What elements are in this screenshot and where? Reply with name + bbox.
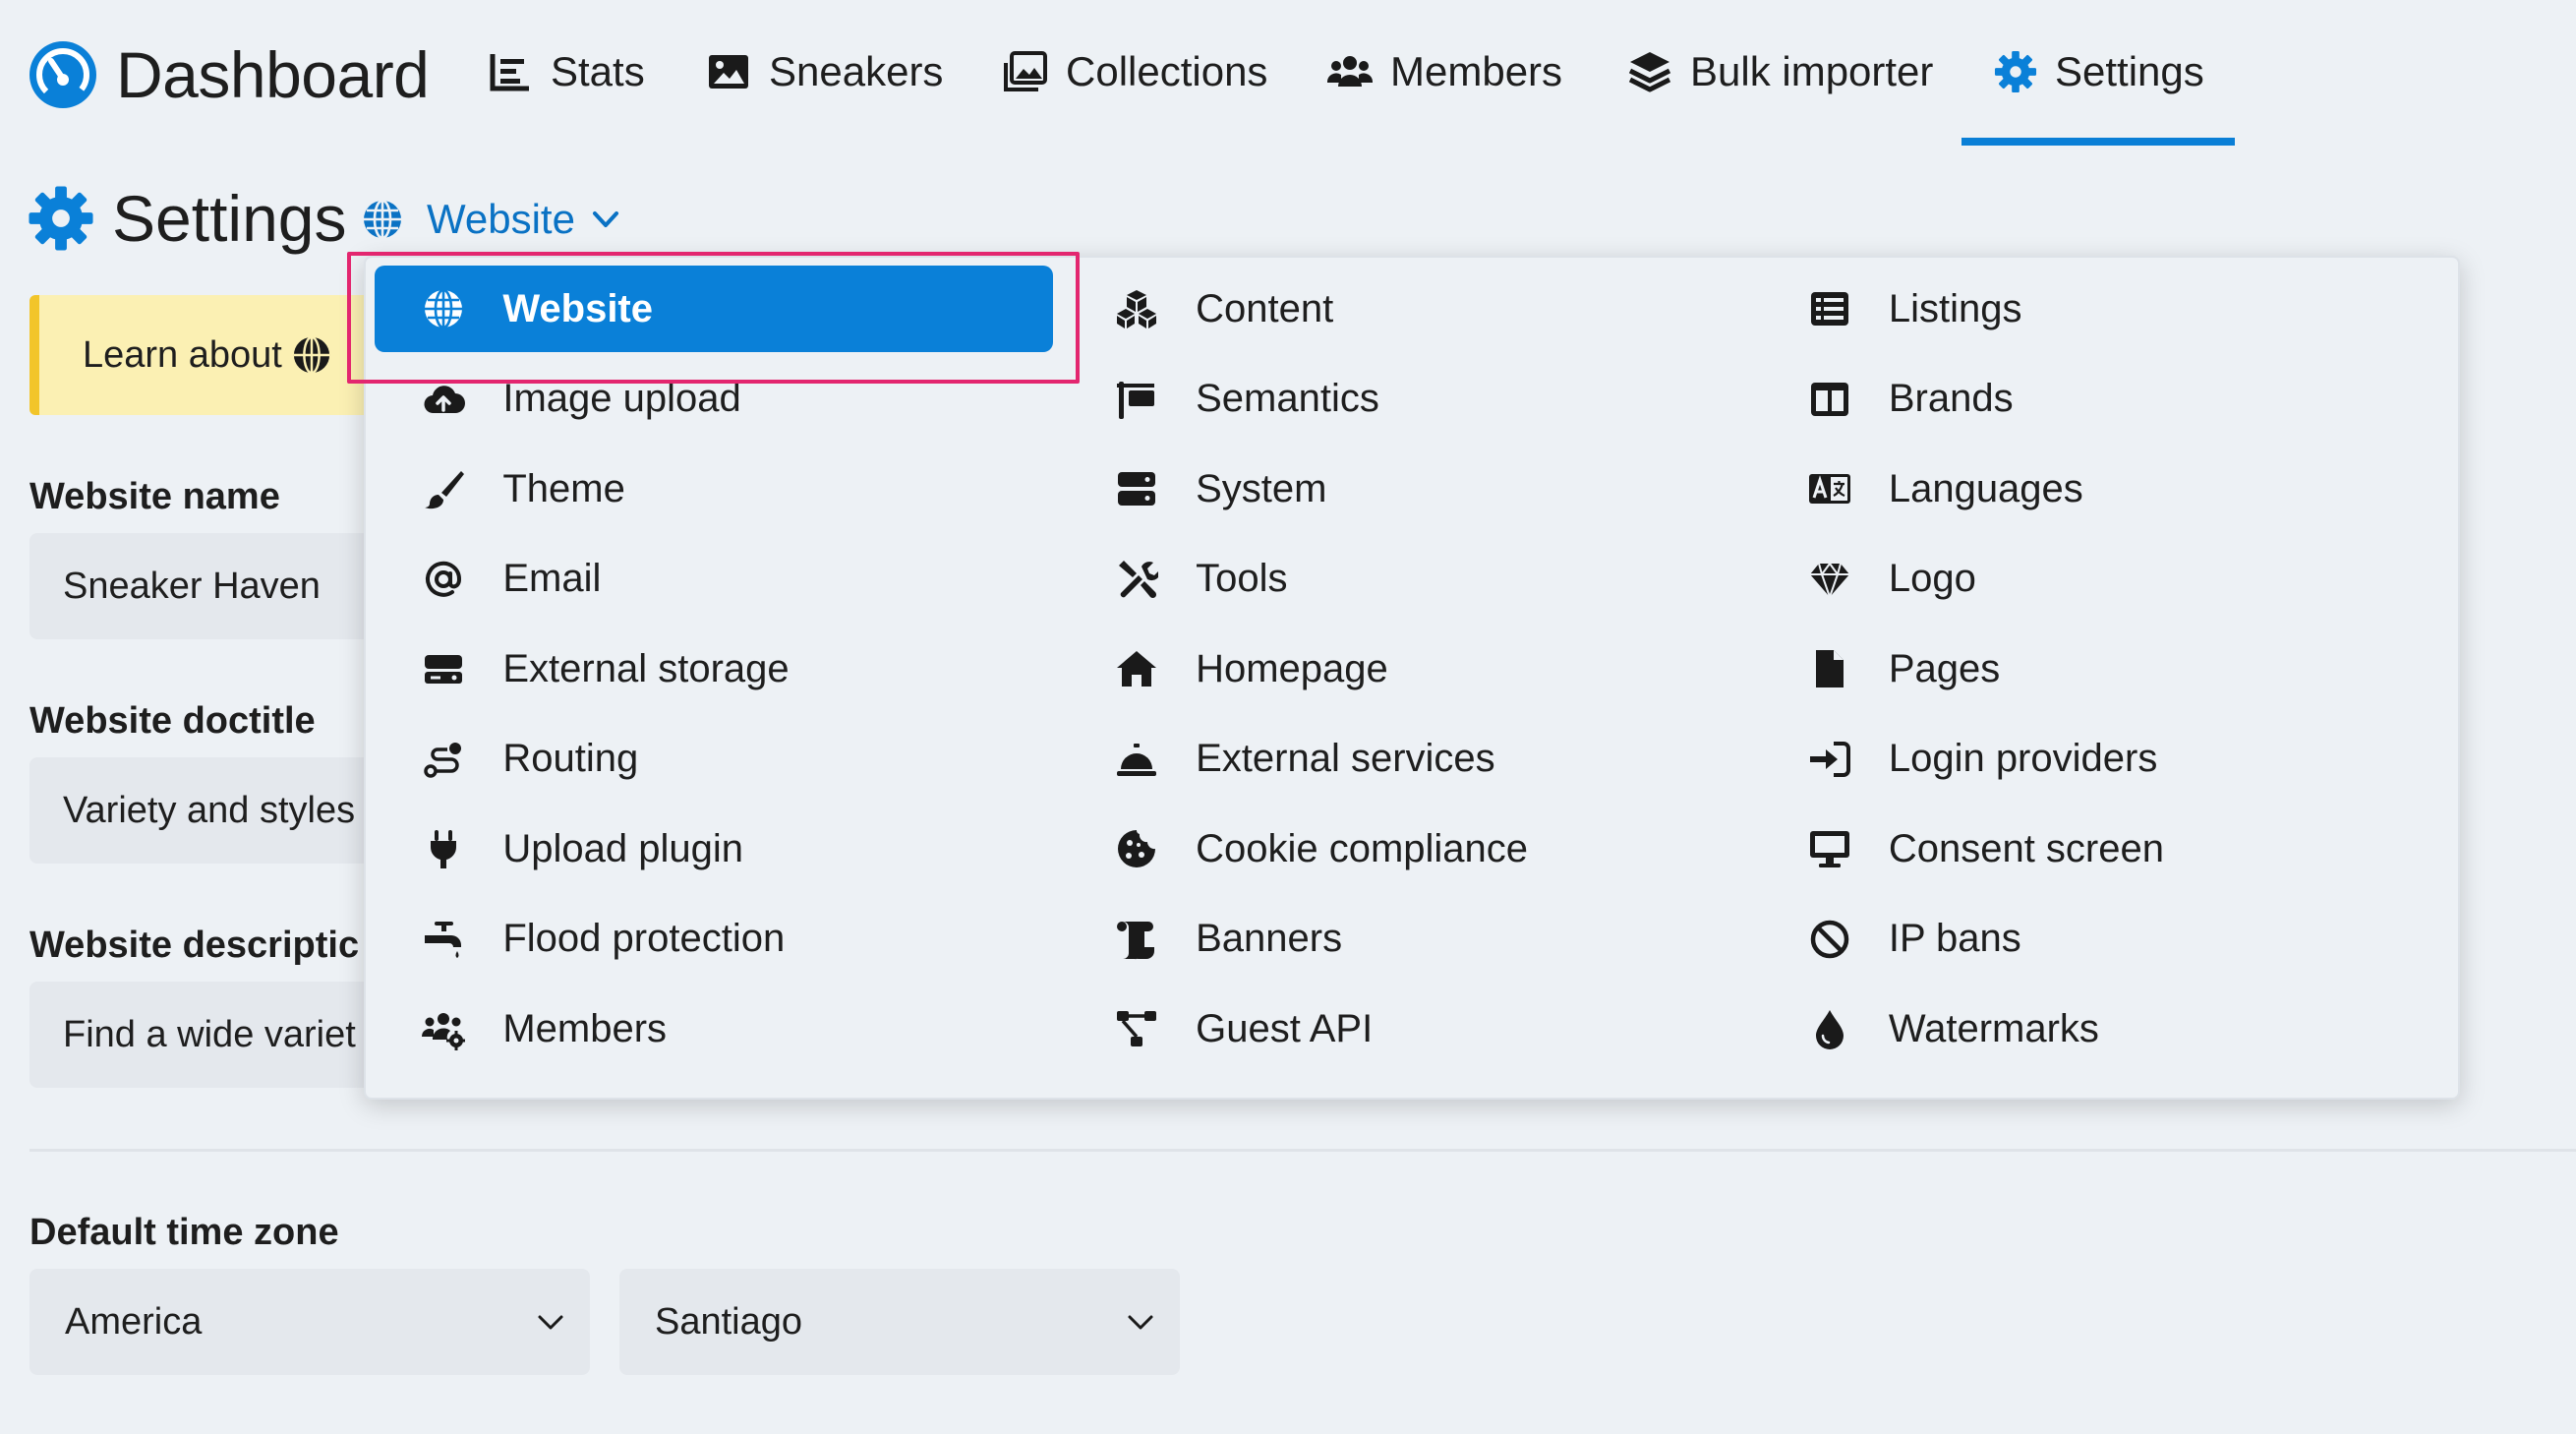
brush-icon — [425, 471, 465, 509]
menu-item-members[interactable]: Members — [375, 986, 1024, 1072]
cubes-icon — [1117, 290, 1157, 329]
menu-item-system[interactable]: System — [1068, 446, 1717, 532]
image-icon — [709, 55, 748, 89]
settings-title: Settings — [112, 182, 347, 255]
site-selector-button[interactable]: Website — [362, 193, 622, 246]
menu-item-external-services[interactable]: External services — [1068, 716, 1717, 803]
menu-item-semantics[interactable]: Semantics — [1068, 356, 1717, 443]
globe-icon — [293, 335, 329, 375]
nav-settings[interactable]: Settings — [1994, 39, 2204, 104]
menu-item-theme[interactable]: Theme — [375, 446, 1024, 532]
plug-icon — [431, 830, 457, 868]
faucet-icon — [425, 921, 462, 958]
gear-icon — [29, 186, 93, 251]
website-name-label: Website name — [29, 476, 280, 517]
settings-section-menu: Website Image upload Theme Email External st… — [364, 256, 2460, 1100]
cloud-upload-icon — [424, 385, 466, 413]
website-doctitle-label: Website doctitle — [29, 700, 316, 742]
website-description-input[interactable]: Find a wide variet — [29, 982, 403, 1088]
menu-item-languages[interactable]: Languages — [1761, 446, 2410, 532]
menu-item-listings[interactable]: Listings — [1761, 266, 2410, 352]
menu-item-flood-protection[interactable]: Flood protection — [375, 896, 1024, 983]
timezone-region-select[interactable]: America — [29, 1269, 590, 1375]
network-icon — [1117, 1011, 1157, 1046]
timezone-label: Default time zone — [29, 1212, 339, 1253]
menu-item-image-upload[interactable]: Image upload — [375, 356, 1024, 443]
hdd-icon — [425, 655, 463, 684]
menu-item-banners[interactable]: Banners — [1068, 896, 1717, 983]
chevron-down-icon — [1128, 1315, 1153, 1330]
gem-icon — [1809, 561, 1849, 600]
notice-text: Learn about — [83, 333, 282, 376]
brand[interactable]: Dashboard — [28, 38, 430, 111]
ban-icon — [1810, 920, 1849, 958]
nav-collections[interactable]: Collections — [1003, 39, 1267, 104]
nav-members[interactable]: Members — [1327, 39, 1562, 104]
columns-icon — [1810, 382, 1848, 416]
menu-item-upload-plugin[interactable]: Upload plugin — [375, 806, 1024, 892]
chevron-down-icon — [592, 211, 618, 227]
menu-item-content[interactable]: Content — [1068, 266, 1717, 352]
site-selector-label: Website — [427, 196, 575, 242]
nav-active-underline — [1961, 138, 2235, 146]
menu-item-logo[interactable]: Logo — [1761, 536, 2410, 623]
menu-item-guest-api[interactable]: Guest API — [1068, 986, 1717, 1072]
server-icon — [1118, 472, 1156, 506]
menu-item-website[interactable]: Website — [375, 266, 1054, 352]
menu-item-external-storage[interactable]: External storage — [375, 626, 1024, 712]
sign-in-icon — [1809, 741, 1850, 777]
website-name-input[interactable]: Sneaker Haven — [29, 533, 403, 639]
chart-icon — [490, 54, 529, 91]
sign-icon — [1117, 381, 1155, 419]
menu-item-tools[interactable]: Tools — [1068, 536, 1717, 623]
gauge-icon — [29, 41, 96, 108]
users-gear-icon — [422, 1013, 466, 1050]
desktop-icon — [1809, 831, 1849, 867]
nav-stats[interactable]: Stats — [488, 39, 645, 104]
file-icon — [1815, 650, 1844, 687]
nav-bulk-importer[interactable]: Bulk importer — [1627, 39, 1933, 104]
nav-sneakers[interactable]: Sneakers — [706, 39, 943, 104]
images-icon — [1004, 51, 1047, 91]
cookie-icon — [1118, 830, 1156, 867]
menu-item-brands[interactable]: Brands — [1761, 356, 2410, 443]
website-doctitle-input[interactable]: Variety and styles — [29, 757, 403, 864]
menu-item-watermarks[interactable]: Watermarks — [1761, 986, 2410, 1072]
gear-icon — [1994, 50, 2037, 93]
bell-concierge-icon — [1117, 743, 1157, 776]
menu-item-cookie-compliance[interactable]: Cookie compliance — [1068, 806, 1717, 892]
droplet-icon — [1815, 1010, 1844, 1049]
menu-item-routing[interactable]: Routing — [375, 716, 1024, 803]
page-title: Settings — [28, 182, 347, 255]
website-description-label: Website descriptic — [29, 925, 360, 966]
menu-item-consent-screen[interactable]: Consent screen — [1761, 806, 2410, 892]
tools-icon — [1119, 560, 1159, 598]
users-icon — [1327, 56, 1373, 87]
home-icon — [1117, 651, 1157, 687]
list-icon — [1810, 292, 1848, 326]
menu-item-pages[interactable]: Pages — [1761, 626, 2410, 712]
menu-item-login-providers[interactable]: Login providers — [1761, 716, 2410, 803]
menu-item-ip-bans[interactable]: IP bans — [1761, 896, 2410, 983]
divider — [29, 1149, 2576, 1152]
layers-icon — [1628, 52, 1671, 92]
timezone-city-select[interactable]: Santiago — [619, 1269, 1180, 1375]
scroll-icon — [1117, 921, 1155, 959]
brand-title: Dashboard — [116, 38, 430, 111]
menu-item-homepage[interactable]: Homepage — [1068, 626, 1717, 712]
globe-icon — [425, 288, 463, 329]
at-icon — [426, 561, 462, 597]
globe-icon — [364, 199, 401, 240]
language-icon — [1808, 474, 1850, 504]
menu-item-email[interactable]: Email — [375, 536, 1024, 623]
chevron-down-icon — [538, 1315, 563, 1330]
route-icon — [424, 742, 462, 778]
top-navigation: Dashboard Stats Sneakers Collections Mem… — [0, 0, 2576, 148]
